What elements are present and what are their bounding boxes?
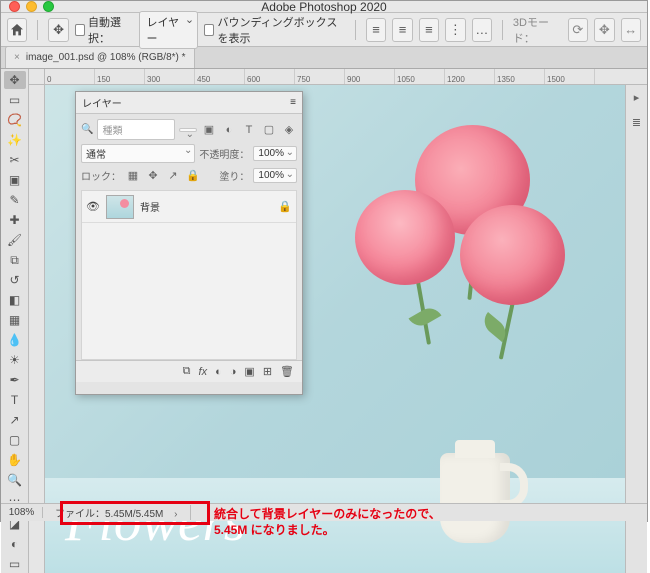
panel-menu-icon[interactable]: ≡	[290, 97, 296, 108]
separator	[37, 20, 38, 40]
layer-list: 👁 背景 🔒	[81, 190, 297, 360]
zoom-tool[interactable]: 🔍	[4, 471, 26, 489]
document-canvas[interactable]: Flowers レイヤー ≡ 🔍 種類 ▣	[45, 85, 625, 573]
align-top-button[interactable]: ≡	[366, 18, 386, 42]
lasso-tool[interactable]: 📿	[4, 111, 26, 129]
auto-select-checkbox[interactable]: 自動選択：	[75, 14, 134, 46]
eraser-tool[interactable]: ◧	[4, 291, 26, 309]
mode3d-pan-button: ✥	[594, 18, 614, 42]
opacity-input[interactable]: 100%	[253, 146, 297, 161]
crop-tool[interactable]: ✂	[4, 151, 26, 169]
show-bbox-label: バウンディングボックスを表示	[217, 14, 345, 46]
lock-icon[interactable]: 🔒	[278, 200, 292, 213]
delete-layer-icon[interactable]: 🗑	[280, 365, 294, 378]
hand-tool[interactable]: ✋	[4, 451, 26, 469]
blend-mode-dropdown[interactable]: 通常	[81, 144, 195, 163]
quick-mask-button[interactable]: ◐	[4, 535, 26, 553]
app-title: Adobe Photoshop 2020	[1, 0, 647, 14]
tools-panel: ✥ ▭ 📿 ✨ ✂ ▣ ✎ ✚ 🖌 ⧉ ↺ ◧ ▦ 💧 ☀ ✒ T ↗ ▢ ✋ …	[1, 69, 29, 573]
horizontal-ruler: 0 150 300 450 600 750 900 1050 1200 1350…	[29, 69, 647, 85]
new-layer-icon[interactable]: ⊞	[263, 365, 272, 378]
fill-input[interactable]: 100%	[253, 168, 297, 183]
history-brush-tool[interactable]: ↺	[4, 271, 26, 289]
align-middle-button[interactable]: ≡	[392, 18, 412, 42]
home-button[interactable]	[7, 18, 27, 42]
heal-tool[interactable]: ✚	[4, 211, 26, 229]
show-bbox-checkbox[interactable]: バウンディングボックスを表示	[204, 14, 345, 46]
filter-adjust-icon[interactable]: ◐	[221, 122, 237, 138]
layer-thumbnail[interactable]	[106, 195, 134, 219]
screen-mode-button[interactable]: ▭	[4, 555, 26, 573]
dodge-tool[interactable]: ☀	[4, 351, 26, 369]
callout-line2: 5.45M になりました。	[214, 522, 441, 538]
document-tab-label: image_001.psd @ 108% (RGB/8*) *	[26, 52, 186, 63]
layer-fx-icon[interactable]: fx	[199, 366, 208, 378]
filter-type-icon[interactable]: T	[241, 122, 257, 138]
lock-label: ロック：	[81, 168, 121, 183]
mode3d-orbit-button: ⟳	[568, 18, 588, 42]
link-layers-icon[interactable]: ⧉	[183, 365, 191, 378]
titlebar: Adobe Photoshop 2020	[1, 1, 647, 13]
more-align-button[interactable]: …	[472, 18, 492, 42]
close-tab-icon[interactable]: ×	[14, 52, 20, 63]
fill-label: 塗り：	[219, 168, 249, 183]
stamp-tool[interactable]: ⧉	[4, 251, 26, 269]
layers-panel-title: レイヤー	[82, 95, 122, 110]
document-tabs: × image_001.psd @ 108% (RGB/8*) *	[1, 47, 647, 69]
document-tab[interactable]: × image_001.psd @ 108% (RGB/8*) *	[5, 46, 195, 68]
distribute-button[interactable]: ⋮	[445, 18, 465, 42]
lock-all-icon[interactable]: 🔒	[185, 167, 201, 183]
shape-tool[interactable]: ▢	[4, 431, 26, 449]
expand-panels-icon[interactable]: ▸	[634, 91, 640, 104]
layers-panel[interactable]: レイヤー ≡ 🔍 種類 ▣ ◐ T ▢	[75, 91, 303, 395]
app-window: Adobe Photoshop 2020 ✥ 自動選択： レイヤー バウンディン…	[0, 0, 648, 522]
separator	[502, 20, 503, 40]
eyedropper-tool[interactable]: ✎	[4, 191, 26, 209]
move-tool[interactable]: ✥	[4, 71, 26, 89]
marquee-tool[interactable]: ▭	[4, 91, 26, 109]
lock-artboard-icon[interactable]: ↗	[165, 167, 181, 183]
mode3d-slide-button: ↔	[621, 18, 641, 42]
layer-mask-icon[interactable]: ◐	[215, 366, 222, 378]
callout-highlight-box	[60, 501, 210, 525]
callout-line1: 統合して背景レイヤーのみになったので、	[214, 506, 441, 522]
lock-position-icon[interactable]: ✥	[145, 167, 161, 183]
frame-tool[interactable]: ▣	[4, 171, 26, 189]
move-tool-indicator: ✥	[48, 18, 68, 42]
filter-shape-icon[interactable]: ▢	[261, 122, 277, 138]
wand-tool[interactable]: ✨	[4, 131, 26, 149]
type-tool[interactable]: T	[4, 391, 26, 409]
gradient-tool[interactable]: ▦	[4, 311, 26, 329]
filter-smart-icon[interactable]: ◈	[281, 122, 297, 138]
lock-pixels-icon[interactable]: ▦	[125, 167, 141, 183]
align-bottom-button[interactable]: ≡	[419, 18, 439, 42]
separator	[355, 20, 356, 40]
canvas-area: 0 150 300 450 600 750 900 1050 1200 1350…	[29, 69, 647, 573]
blur-tool[interactable]: 💧	[4, 331, 26, 349]
layer-filter-input[interactable]: 種類	[97, 119, 175, 140]
path-tool[interactable]: ↗	[4, 411, 26, 429]
pen-tool[interactable]: ✒	[4, 371, 26, 389]
adjustment-layer-icon[interactable]: ◑	[230, 366, 237, 378]
auto-select-target-dropdown[interactable]: レイヤー	[139, 11, 198, 49]
group-icon[interactable]: ▣	[244, 365, 254, 378]
brush-tool[interactable]: 🖌	[4, 231, 26, 249]
layers-panel-footer: ⧉ fx ◐ ◑ ▣ ⊞ 🗑	[76, 360, 302, 382]
opacity-label: 不透明度：	[199, 146, 249, 161]
collapsed-panels-strip: ▸ ≣	[625, 85, 647, 573]
workspace: ✥ ▭ 📿 ✨ ✂ ▣ ✎ ✚ 🖌 ⧉ ↺ ◧ ▦ 💧 ☀ ✒ T ↗ ▢ ✋ …	[1, 69, 647, 573]
properties-panel-icon[interactable]: ≣	[632, 116, 641, 129]
callout-annotation: 統合して背景レイヤーのみになったので、 5.45M になりました。	[60, 506, 441, 538]
visibility-toggle-icon[interactable]: 👁	[86, 200, 100, 214]
auto-select-label: 自動選択：	[88, 14, 133, 46]
zoom-level[interactable]: 108%	[1, 507, 43, 518]
layer-row-background[interactable]: 👁 背景 🔒	[82, 191, 296, 223]
layer-name[interactable]: 背景	[140, 199, 272, 214]
filter-pixel-icon[interactable]: ▣	[201, 122, 217, 138]
layer-filter-dropdown[interactable]	[179, 128, 197, 132]
vertical-ruler	[29, 85, 45, 573]
options-bar: ✥ 自動選択： レイヤー バウンディングボックスを表示 ≡ ≡ ≡ ⋮ … 3D…	[1, 13, 647, 47]
mode3d-label: 3Dモード：	[513, 14, 562, 46]
